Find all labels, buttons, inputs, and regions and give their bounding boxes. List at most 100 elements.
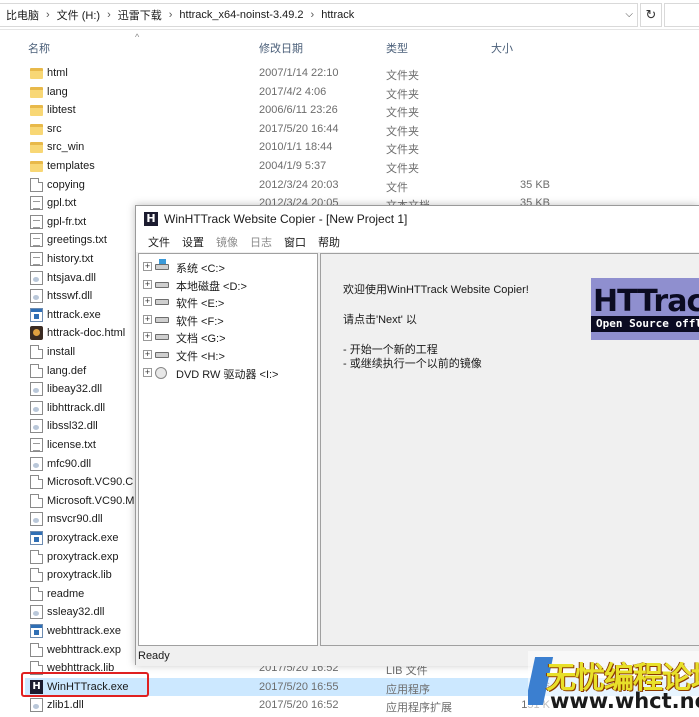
file-name: install: [47, 346, 76, 358]
chevron-right-icon[interactable]: ›: [308, 9, 318, 21]
file-date: 2017/5/20 16:55: [259, 680, 339, 693]
expand-icon[interactable]: +: [143, 297, 152, 307]
file-date: 2006/6/11 23:26: [259, 104, 338, 117]
breadcrumb-item-pc[interactable]: 比电脑: [2, 7, 43, 23]
dll-file-icon: [30, 605, 43, 620]
logo-title: HTTrack: [593, 284, 699, 319]
tree-item-label: 文档 <G:>: [176, 333, 226, 346]
file-name: Microsoft.VC90.C: [47, 476, 134, 489]
expand-icon[interactable]: +: [143, 367, 152, 377]
file-row[interactable]: src_win 2010/1/1 18:44 文件夹: [0, 138, 699, 157]
file-icon: [30, 586, 43, 601]
file-row[interactable]: lang 2017/4/2 4:06 文件夹: [0, 83, 699, 102]
dll-file-icon: [30, 400, 43, 415]
file-name: lang: [47, 85, 68, 98]
menu-settings[interactable]: 设置: [176, 234, 210, 250]
chevron-right-icon[interactable]: ›: [43, 9, 53, 21]
search-input[interactable]: [664, 3, 699, 27]
breadcrumb[interactable]: 比电脑 › 文件 (H:) › 迅雷下载 › httrack_x64-noins…: [0, 3, 638, 27]
column-name[interactable]: 名称: [28, 40, 50, 56]
site-watermark: 无忧编程论坛 www.whct.net: [528, 651, 699, 717]
dll-file-icon: [30, 698, 43, 713]
file-name: httrack-doc.html: [47, 327, 126, 340]
text-file-icon: [30, 233, 43, 248]
file-type: 文件夹: [386, 107, 419, 120]
expand-icon[interactable]: +: [143, 332, 152, 342]
file-name: license.txt: [47, 439, 96, 451]
tree-item-label: 软件 <F:>: [176, 315, 224, 328]
chevron-down-icon[interactable]: ⌵: [625, 9, 633, 20]
file-name: webhttrack.exe: [47, 625, 121, 637]
chevron-right-icon[interactable]: ›: [104, 9, 114, 21]
exe-file-icon: [30, 531, 43, 545]
file-icon: [30, 549, 43, 564]
file-name: libhttrack.dll: [47, 401, 106, 414]
file-row[interactable]: src 2017/5/20 16:44 文件夹: [0, 120, 699, 139]
menu-help[interactable]: 帮助: [312, 234, 346, 250]
menu-log[interactable]: 日志: [244, 234, 278, 250]
welcome-pane: 欢迎使用WinHTTrack Website Copier! 请点击'Next'…: [320, 253, 699, 646]
column-type[interactable]: 类型: [386, 40, 408, 56]
menu-file[interactable]: 文件: [142, 234, 176, 250]
welcome-text: 欢迎使用WinHTTrack Website Copier!: [343, 284, 529, 296]
text-file-icon: [30, 438, 43, 452]
tree-item-label: DVD RW 驱动器 <I:>: [176, 368, 279, 381]
column-size[interactable]: 大小: [491, 40, 513, 56]
chevron-right-icon[interactable]: ›: [166, 9, 176, 21]
dll-file-icon: [30, 382, 43, 397]
column-date[interactable]: 修改日期: [259, 40, 303, 56]
file-name: proxytrack.lib: [47, 569, 112, 582]
drive-tree: + 系统 <C:> + 本地磁盘 <D:> + 软件 <E:> + 软件 <F:> + 文档 <G…: [138, 253, 318, 646]
html-file-icon: [30, 326, 43, 341]
file-row[interactable]: html 2007/1/14 22:10 文件夹: [0, 64, 699, 83]
text-file-icon: [30, 214, 43, 229]
menu-window[interactable]: 窗口: [278, 234, 312, 250]
breadcrumb-item-current[interactable]: httrack: [317, 9, 358, 21]
menu-bar: 文件 设置 镜像 日志 窗口 帮助: [136, 232, 699, 252]
file-name: httrack.exe: [47, 308, 101, 321]
dll-file-icon: [30, 270, 43, 285]
httrack-window: H WinHTTrack Website Copier - [New Proje…: [135, 205, 699, 666]
status-text: Ready: [138, 650, 170, 662]
refresh-button[interactable]: ↻: [640, 3, 662, 27]
file-name: src: [47, 122, 62, 135]
option-continue-text: - 或继续执行一个以前的镜像: [343, 358, 482, 370]
text-file-icon: [30, 196, 43, 211]
file-row[interactable]: templates 2004/1/9 5:37 文件夹: [0, 157, 699, 176]
file-name: mfc90.dll: [47, 457, 92, 470]
window-title: WinHTTrack Website Copier - [New Project…: [164, 212, 408, 226]
watermark-url: www.whct.net: [550, 689, 699, 713]
sort-up-icon: ^: [135, 32, 140, 42]
file-row[interactable]: libtest 2006/6/11 23:26 文件夹: [0, 101, 699, 120]
expand-icon[interactable]: +: [143, 262, 152, 271]
tree-item-label: 系统 <C:>: [176, 263, 225, 275]
folder-icon: [30, 161, 43, 172]
annotation-highlight-box: [21, 672, 149, 697]
menu-mirror[interactable]: 镜像: [210, 234, 244, 250]
folder-icon: [30, 68, 43, 79]
expand-icon[interactable]: +: [143, 279, 152, 289]
file-name: templates: [47, 160, 95, 172]
system-drive-icon: [155, 259, 169, 270]
breadcrumb-item-drive[interactable]: 文件 (H:): [53, 7, 104, 23]
file-row[interactable]: copying 2012/3/24 20:03 文件 35 KB: [0, 176, 699, 195]
refresh-icon: ↻: [645, 7, 657, 22]
file-name: copying: [47, 178, 85, 191]
file-date: 2012/3/24 20:03: [259, 178, 339, 191]
expand-icon[interactable]: +: [143, 350, 152, 359]
column-header: ^ 名称 修改日期 类型 大小: [0, 30, 699, 63]
file-name: gpl.txt: [47, 197, 77, 210]
breadcrumb-item-downloads[interactable]: 迅雷下载: [114, 7, 166, 23]
folder-icon: [30, 105, 43, 117]
hard-drive-icon: [155, 334, 169, 341]
folder-icon: [30, 123, 43, 135]
file-name: history.txt: [47, 253, 94, 265]
expand-icon[interactable]: +: [143, 314, 152, 324]
file-date: 2017/5/20 16:44: [259, 122, 339, 135]
breadcrumb-item-package[interactable]: httrack_x64-noinst-3.49.2: [175, 9, 307, 21]
file-type: 文件夹: [386, 144, 419, 157]
title-bar[interactable]: H WinHTTrack Website Copier - [New Proje…: [136, 206, 699, 232]
file-type: 应用程序扩展: [386, 702, 452, 715]
file-name: src_win: [47, 141, 85, 154]
httrack-logo: HTTrack Open Source offli: [591, 278, 699, 340]
